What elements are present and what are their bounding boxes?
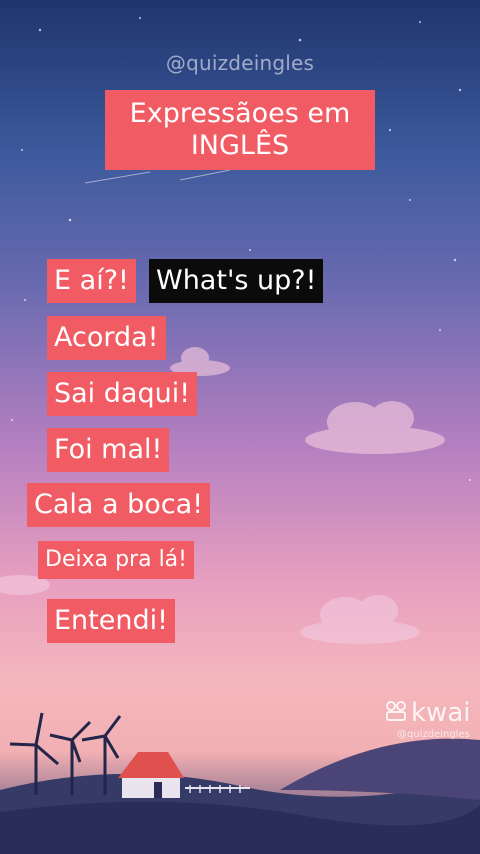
phrase-tag-deixa-pra-la: Deixa pra lá! — [38, 541, 194, 579]
phrase-tag-cala-a-boca: Cala a boca! — [27, 483, 211, 527]
kwai-brand: kwai — [411, 698, 471, 728]
kwai-watermark: kwai @quizdeingles — [385, 698, 470, 741]
kwai-logo-icon — [385, 699, 407, 729]
creator-handle: @quizdeingles — [165, 51, 315, 75]
title-line-1: Expressãoes em — [129, 98, 351, 129]
title-line-2: INGLÊS — [190, 130, 290, 161]
phrase-tag-e-ai: E aí?! — [47, 259, 136, 303]
phrase-tag-acorda: Acorda! — [47, 316, 166, 360]
shooting-stars — [84, 169, 231, 184]
answer-tag-whats-up: What's up?! — [149, 259, 324, 303]
phrase-tag-sai-daqui: Sai daqui! — [47, 372, 198, 416]
kwai-user: @quizdeingles — [397, 728, 470, 740]
phrase-tag-entendi: Entendi! — [47, 599, 175, 643]
phrase-tag-foi-mal: Foi mal! — [47, 428, 170, 472]
title-card: Expressãoes em INGLÊS — [105, 90, 375, 170]
